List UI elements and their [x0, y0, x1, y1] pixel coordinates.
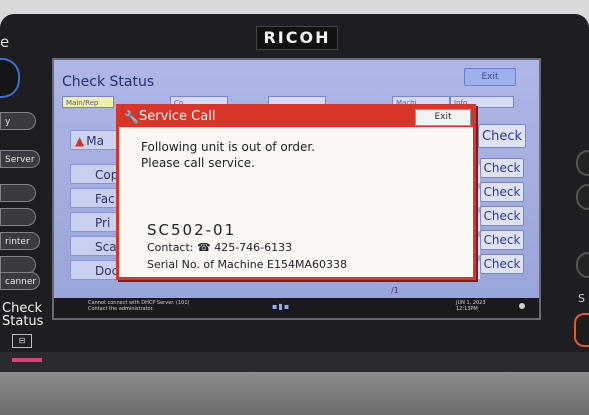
network-status-icon: ▪▮▪: [272, 302, 291, 311]
contact-phone: 425-746-6133: [214, 241, 293, 254]
dialog-message: Following unit is out of order. Please c…: [141, 139, 315, 171]
status-bar-datetime: JUN 1, 2023 12:13PM: [456, 300, 486, 312]
screen-exit-button[interactable]: Exit: [464, 68, 516, 86]
wrench-icon: 🔧: [124, 110, 139, 124]
service-call-dialog: 🔧 Service Call Exit Following unit is ou…: [116, 104, 476, 280]
check-status-icon: ⊟: [12, 334, 32, 348]
check-button-scanner[interactable]: Check: [480, 230, 524, 250]
warning-icon: ▲: [75, 134, 85, 148]
serial-line: Serial No. of Machine E154MA60338: [147, 258, 347, 271]
hw-top-label: e: [0, 33, 10, 51]
serial-label: Serial No. of Machine: [147, 258, 264, 271]
hw-button-copy[interactable]: y: [0, 112, 36, 130]
check-button-document-server[interactable]: Check: [480, 254, 524, 274]
dialog-title: Service Call: [139, 109, 216, 124]
tab-main-report[interactable]: Main/Rep: [62, 96, 114, 108]
indicator-strip: [12, 358, 42, 362]
panel-lower-edge: [0, 352, 589, 374]
hw-button-printer[interactable]: rinter: [0, 232, 40, 250]
power-button[interactable]: [574, 313, 589, 347]
phone-icon: ☎: [197, 241, 211, 254]
hw-button-blank-1[interactable]: [0, 184, 36, 202]
status-led-icon: [519, 303, 525, 309]
hw-button-server[interactable]: Server: [0, 150, 40, 168]
page-indicator: /1: [391, 286, 399, 295]
maintenance-label: Ma: [86, 134, 104, 148]
hw-button-scanner[interactable]: canner: [0, 272, 40, 290]
check-button-printer[interactable]: Check: [480, 206, 524, 226]
brand-logo: RICOH: [256, 26, 338, 50]
contact-line: Contact: ☎ 425-746-6133: [147, 241, 292, 254]
hw-right-label: S: [578, 292, 585, 305]
service-code: SC502-01: [147, 221, 237, 239]
hw-check-status-button[interactable]: Check Status: [2, 302, 46, 328]
dialog-exit-button[interactable]: Exit: [415, 109, 471, 126]
contact-label: Contact:: [147, 241, 194, 254]
hw-check-status-line2: Status: [2, 314, 44, 329]
dialog-message-line2: Please call service.: [141, 156, 255, 170]
serial-number: E154MA60338: [267, 258, 347, 271]
check-button-copier[interactable]: Check: [480, 158, 524, 178]
printer-base: [0, 372, 589, 415]
status-message-line2: Contact the administrator.: [88, 306, 154, 312]
check-button-fax[interactable]: Check: [480, 182, 524, 202]
screen-title: Check Status: [62, 74, 155, 90]
dialog-message-line1: Following unit is out of order.: [141, 140, 316, 154]
dialog-header: 🔧 Service Call Exit: [119, 107, 473, 127]
status-time: 12:13PM: [456, 306, 478, 312]
hw-button-blank-2[interactable]: [0, 208, 36, 226]
check-button-main[interactable]: Check: [478, 124, 526, 148]
status-bar-message: Cannot connect with DHCP Server. (101) C…: [88, 300, 190, 312]
